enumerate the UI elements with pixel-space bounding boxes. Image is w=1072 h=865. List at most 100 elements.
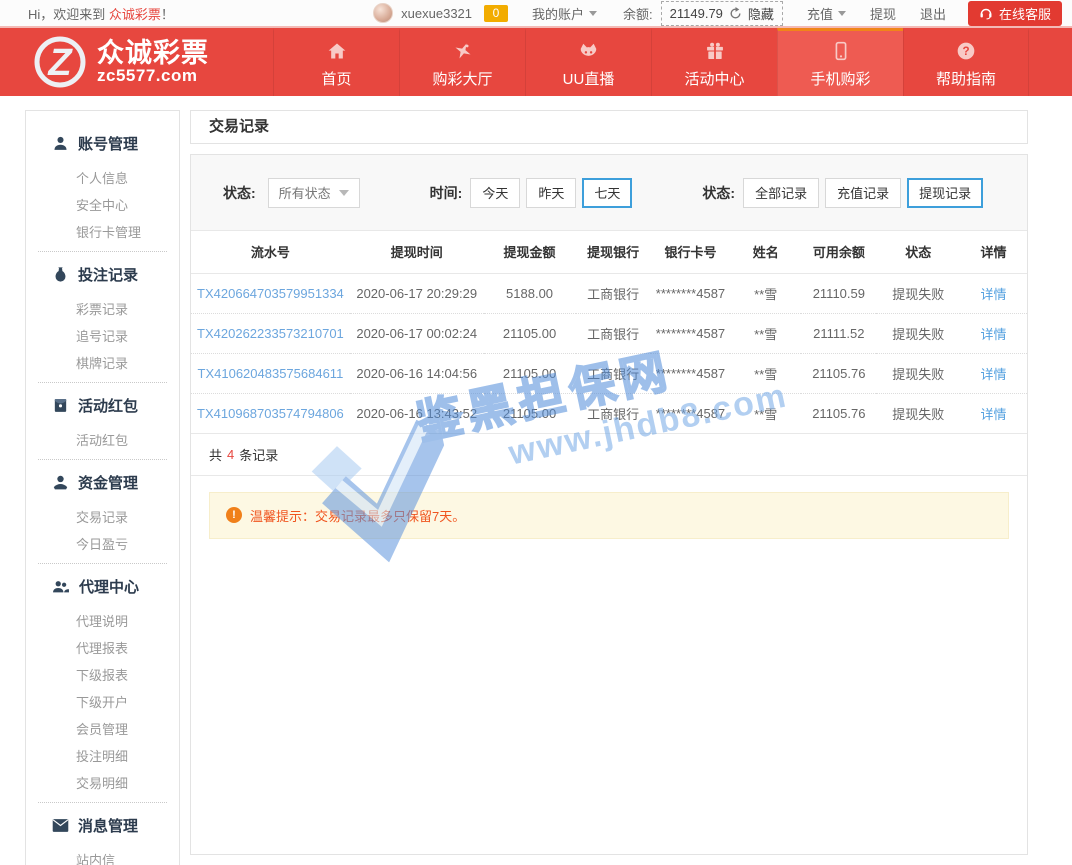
refresh-icon[interactable]: [729, 7, 742, 20]
welcome-brand: 众诚彩票: [109, 7, 161, 22]
cell-name: **雪: [730, 353, 801, 393]
cell-balance: 21110.59: [801, 273, 876, 313]
my-account-menu[interactable]: 我的账户: [532, 4, 597, 23]
table-row: TX420664703579951334 2020-06-17 20:29:29…: [191, 273, 1027, 313]
sidebar-item-chase-records[interactable]: 追号记录: [26, 323, 179, 350]
sidebar-head-agent[interactable]: 代理中心: [26, 570, 179, 602]
sidebar-item-board-records[interactable]: 棋牌记录: [26, 350, 179, 377]
type-filter-all[interactable]: 全部记录: [743, 178, 819, 208]
home-icon: [327, 39, 347, 61]
time-filter-today[interactable]: 今天: [470, 178, 520, 208]
nav-item-label: 手机购彩: [810, 68, 870, 89]
message-count-badge[interactable]: 0: [484, 5, 508, 22]
type-filter-recharge[interactable]: 充值记录: [825, 178, 901, 208]
records-summary: 共 4 条记录: [191, 434, 1027, 476]
live-icon: [578, 39, 599, 61]
logout-link[interactable]: 退出: [920, 4, 946, 23]
user-avatar[interactable]: [373, 3, 393, 23]
logo-z-icon: Z: [33, 35, 87, 89]
status-select[interactable]: 所有状态: [268, 178, 360, 208]
detail-link[interactable]: 详情: [981, 327, 1007, 342]
sidebar-head-red-envelope[interactable]: 活动红包: [26, 389, 179, 421]
status-filter-label: 状态:: [223, 183, 256, 203]
col-header-time: 提现时间: [350, 231, 484, 273]
nav-item-activity-center[interactable]: 活动中心: [651, 28, 777, 96]
sidebar-section-title: 投注记录: [78, 264, 138, 285]
user-icon: [52, 135, 69, 152]
type-filter-withdraw[interactable]: 提现记录: [907, 178, 983, 208]
nav-item-uu-live[interactable]: UU直播: [525, 28, 651, 96]
sidebar-head-messages[interactable]: 消息管理: [26, 809, 179, 841]
serial-link[interactable]: TX410968703574794806: [197, 406, 344, 421]
sidebar-item-lottery-records[interactable]: 彩票记录: [26, 296, 179, 323]
filter-bar: 状态: 所有状态 时间: 今天 昨天 七天 状态: 全部记录 充值记录 提现记录: [191, 155, 1027, 231]
sidebar-item-transaction-details[interactable]: 交易明细: [26, 770, 179, 797]
username[interactable]: xuexue3321: [401, 6, 472, 21]
welcome-text: Hi，欢迎来到 众诚彩票！: [28, 4, 174, 23]
sidebar-head-bet-records[interactable]: 投注记录: [26, 258, 179, 290]
divider: [38, 459, 167, 460]
cell-time: 2020-06-17 20:29:29: [350, 273, 484, 313]
sidebar-item-agent-description[interactable]: 代理说明: [26, 608, 179, 635]
sidebar-item-transaction-records[interactable]: 交易记录: [26, 504, 179, 531]
sidebar-item-subordinate-account[interactable]: 下级开户: [26, 689, 179, 716]
table-row: TX420262233573210701 2020-06-17 00:02:24…: [191, 313, 1027, 353]
col-header-bank: 提现银行: [576, 231, 651, 273]
sidebar-head-account[interactable]: 账号管理: [26, 127, 179, 159]
logo-title: 众诚彩票: [97, 39, 209, 67]
sidebar: 账号管理 个人信息 安全中心 银行卡管理 投注记录 彩票记录 追号记录 棋牌记录: [25, 110, 180, 865]
sidebar-item-bank-card[interactable]: 银行卡管理: [26, 219, 179, 246]
cell-balance: 21105.76: [801, 353, 876, 393]
time-filter-seven-days[interactable]: 七天: [582, 178, 632, 208]
sidebar-item-subordinate-report[interactable]: 下级报表: [26, 662, 179, 689]
online-service-button[interactable]: 在线客服: [968, 1, 1062, 26]
col-header-status: 状态: [876, 231, 960, 273]
nav-item-lottery-hall[interactable]: 购彩大厅: [399, 28, 525, 96]
detail-link[interactable]: 详情: [981, 407, 1007, 422]
col-header-amount: 提现金额: [484, 231, 576, 273]
time-filter-yesterday[interactable]: 昨天: [526, 178, 576, 208]
withdraw-link[interactable]: 提现: [870, 4, 896, 23]
sidebar-section-title: 资金管理: [78, 472, 138, 493]
detail-link[interactable]: 详情: [981, 287, 1007, 302]
balance-value: 21149.79: [670, 6, 723, 21]
cell-time: 2020-06-16 13:43:52: [350, 393, 484, 433]
detail-link[interactable]: 详情: [981, 367, 1007, 382]
serial-link[interactable]: TX410620483575684611: [198, 366, 344, 381]
cell-time: 2020-06-17 00:02:24: [350, 313, 484, 353]
cell-amount: 5188.00: [484, 273, 576, 313]
sidebar-item-today-profit[interactable]: 今日盈亏: [26, 531, 179, 558]
cell-time: 2020-06-16 14:04:56: [350, 353, 484, 393]
serial-link[interactable]: TX420664703579951334: [197, 286, 344, 301]
cell-name: **雪: [730, 393, 801, 433]
sidebar-item-agent-report[interactable]: 代理报表: [26, 635, 179, 662]
recharge-label: 充值: [807, 4, 833, 23]
nav-item-help-guide[interactable]: ? 帮助指南: [903, 28, 1029, 96]
sidebar-head-funds[interactable]: 资金管理: [26, 466, 179, 498]
cell-bank: 工商银行: [576, 353, 651, 393]
serial-link[interactable]: TX420262233573210701: [197, 326, 344, 341]
nav-item-label: 购彩大厅: [432, 68, 492, 89]
nav-item-mobile-lottery[interactable]: 手机购彩: [777, 28, 903, 96]
recharge-menu[interactable]: 充值: [807, 4, 846, 23]
sidebar-item-security-center[interactable]: 安全中心: [26, 192, 179, 219]
site-logo[interactable]: Z 众诚彩票 zc5577.com: [0, 28, 273, 96]
sidebar-item-activity-red-envelope[interactable]: 活动红包: [26, 427, 179, 454]
bet-record-icon: [52, 266, 69, 283]
table-row: TX410968703574794806 2020-06-16 13:43:52…: [191, 393, 1027, 433]
divider: [38, 251, 167, 252]
hide-balance-toggle[interactable]: 隐藏: [748, 4, 774, 23]
sidebar-item-member-management[interactable]: 会员管理: [26, 716, 179, 743]
records-panel: 状态: 所有状态 时间: 今天 昨天 七天 状态: 全部记录 充值记录 提现记录: [190, 154, 1028, 855]
sidebar-item-site-mail[interactable]: 站内信: [26, 847, 179, 865]
agents-icon: [52, 578, 70, 595]
sidebar-item-bet-details[interactable]: 投注明细: [26, 743, 179, 770]
sidebar-item-personal-info[interactable]: 个人信息: [26, 165, 179, 192]
nav-item-label: 帮助指南: [936, 68, 996, 89]
my-account-label: 我的账户: [532, 4, 584, 23]
sidebar-section-title: 活动红包: [78, 395, 138, 416]
nav-item-home[interactable]: 首页: [273, 28, 399, 96]
sidebar-section-title: 账号管理: [78, 133, 138, 154]
type-filter-label: 状态:: [702, 183, 735, 203]
svg-text:Z: Z: [47, 42, 73, 84]
